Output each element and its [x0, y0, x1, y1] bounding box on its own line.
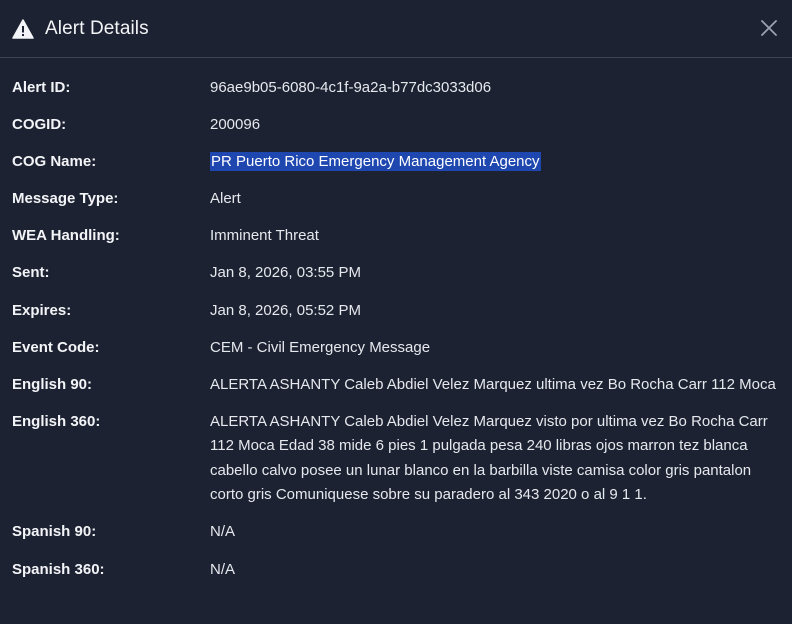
- detail-row-spanish-90: Spanish 90: N/A: [12, 520, 780, 545]
- detail-label: English 90:: [12, 375, 93, 393]
- details-list: Alert ID: 96ae9b05-6080-4c1f-9a2a-b77dc3…: [0, 58, 792, 582]
- detail-label: English 360:: [12, 412, 101, 430]
- detail-label: COG Name:: [12, 153, 97, 171]
- detail-row-english-360: English 360: ALERTA ASHANTY Caleb Abdiel…: [12, 410, 780, 508]
- close-icon[interactable]: [758, 17, 780, 39]
- detail-value: Alert: [210, 190, 241, 208]
- detail-label: Event Code:: [12, 338, 100, 356]
- detail-row-sent: Sent: Jan 8, 2026, 03:55 PM: [12, 261, 780, 286]
- warning-icon: [12, 18, 34, 39]
- detail-label: Alert ID:: [12, 79, 71, 96]
- detail-label: WEA Handling:: [12, 227, 120, 245]
- detail-label: COGID:: [12, 116, 67, 134]
- detail-value: Jan 8, 2026, 05:52 PM: [210, 301, 361, 319]
- detail-row-spanish-360: Spanish 360: N/A: [12, 558, 780, 583]
- detail-label: Message Type:: [12, 190, 119, 208]
- detail-value: Imminent Threat: [210, 227, 319, 245]
- detail-value: ALERTA ASHANTY Caleb Abdiel Velez Marque…: [210, 412, 768, 504]
- detail-row-wea-handling: WEA Handling: Imminent Threat: [12, 224, 780, 249]
- detail-label: Sent:: [12, 264, 50, 282]
- detail-value-wrapper: PR Puerto Rico Emergency Management Agen…: [210, 150, 780, 175]
- detail-row-expires: Expires: Jan 8, 2026, 05:52 PM: [12, 299, 780, 324]
- detail-row-cogid: COGID: 200096: [12, 113, 780, 138]
- detail-value: Jan 8, 2026, 03:55 PM: [210, 264, 361, 282]
- detail-label: Expires:: [12, 301, 72, 319]
- detail-value: N/A: [210, 560, 236, 578]
- selected-text[interactable]: PR Puerto Rico Emergency Management Agen…: [210, 152, 541, 172]
- detail-label: Spanish 90:: [12, 523, 97, 541]
- detail-label: Spanish 360:: [12, 560, 105, 578]
- detail-value: N/A: [210, 523, 236, 541]
- dialog-header: Alert Details: [0, 0, 792, 58]
- detail-value: 96ae9b05-6080-4c1f-9a2a-b77dc3033d06: [210, 79, 492, 96]
- detail-row-event-code: Event Code: CEM - Civil Emergency Messag…: [12, 336, 780, 361]
- dialog-title: Alert Details: [45, 17, 149, 39]
- detail-row-english-90: English 90: ALERTA ASHANTY Caleb Abdiel …: [12, 373, 780, 398]
- detail-value: 200096: [210, 116, 261, 134]
- detail-value: CEM - Civil Emergency Message: [210, 338, 431, 356]
- detail-row-alert-id: Alert ID: 96ae9b05-6080-4c1f-9a2a-b77dc3…: [12, 76, 780, 101]
- detail-row-message-type: Message Type: Alert: [12, 187, 780, 212]
- detail-value: ALERTA ASHANTY Caleb Abdiel Velez Marque…: [210, 375, 776, 393]
- alert-details-dialog: Alert Details Alert ID: 96ae9b05-6080-4c…: [0, 0, 792, 624]
- detail-row-cog-name: COG Name: PR Puerto Rico Emergency Manag…: [12, 150, 780, 175]
